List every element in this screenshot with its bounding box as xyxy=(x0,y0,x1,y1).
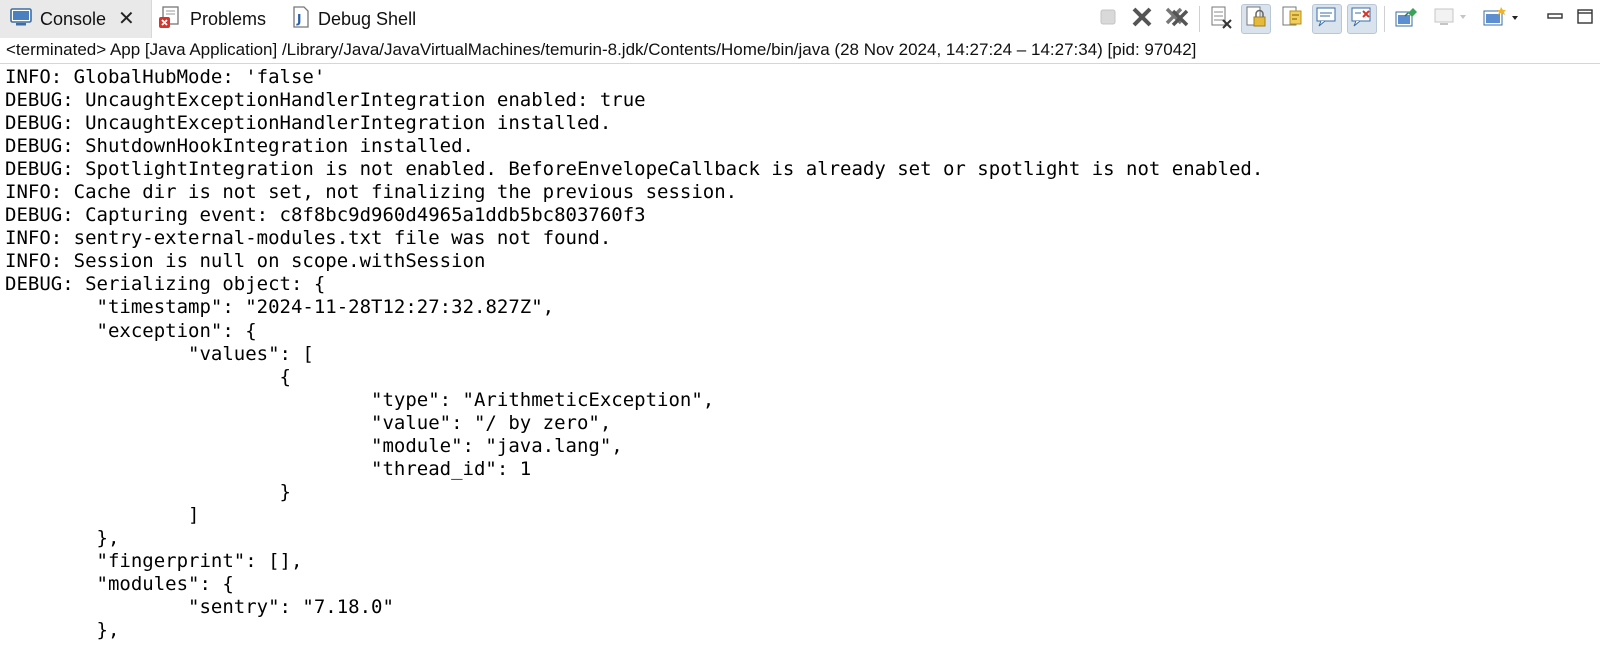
terminate-button[interactable] xyxy=(1093,4,1123,34)
console-line: DEBUG: ShutdownHookIntegration installed… xyxy=(5,135,474,158)
open-console-icon xyxy=(1482,4,1522,35)
console-line: DEBUG: UncaughtExceptionHandlerIntegrati… xyxy=(5,112,612,135)
toolbar-separator xyxy=(1199,6,1200,32)
svg-text:J: J xyxy=(296,12,301,26)
tab-debug-shell-label: Debug Shell xyxy=(318,8,417,29)
open-console-button[interactable] xyxy=(1483,4,1518,34)
maximize-icon xyxy=(1575,7,1595,32)
remove-launch-icon xyxy=(1130,5,1154,34)
console-line: }, xyxy=(5,619,120,642)
clear-console-icon xyxy=(1209,5,1233,34)
word-wrap-button[interactable] xyxy=(1277,4,1307,34)
display-selected-console-button[interactable] xyxy=(1433,4,1469,34)
pin-console-button[interactable] xyxy=(1392,4,1422,34)
console-line: INFO: Cache dir is not set, not finalizi… xyxy=(5,181,738,204)
console-line: "value": "/ by zero", xyxy=(5,411,612,434)
remove-launch-button[interactable] xyxy=(1127,4,1157,34)
clear-console-button[interactable] xyxy=(1206,4,1236,34)
console-line: ] xyxy=(5,503,200,526)
console-icon xyxy=(10,7,32,32)
tab-debug-shell[interactable]: J Debug Shell xyxy=(292,0,416,38)
console-line: DEBUG: UncaughtExceptionHandlerIntegrati… xyxy=(5,89,646,112)
debug-shell-icon: J xyxy=(292,5,310,34)
console-line: "module": "java.lang", xyxy=(5,434,623,457)
console-line: INFO: sentry-external-modules.txt file w… xyxy=(5,227,612,250)
console-line: "fingerprint": [], xyxy=(5,549,303,572)
problems-icon xyxy=(158,5,182,34)
toolbar-separator xyxy=(1384,6,1385,32)
tab-problems[interactable]: Problems xyxy=(158,0,266,38)
terminate-icon xyxy=(1099,8,1117,31)
view-toolbar: Console ✕ Problems J Debug Shell xyxy=(0,0,1600,38)
show-on-stdout-button[interactable] xyxy=(1312,4,1342,34)
console-line: "values": [ xyxy=(5,342,314,365)
console-line: }, xyxy=(5,526,120,549)
pin-console-icon xyxy=(1394,5,1420,34)
minimize-button[interactable] xyxy=(1540,4,1570,34)
console-line: "exception": { xyxy=(5,319,257,342)
maximize-button[interactable] xyxy=(1570,4,1600,34)
tab-console-label: Console xyxy=(40,8,107,29)
show-on-stderr-icon xyxy=(1350,5,1374,34)
console-line: DEBUG: SpotlightIntegration is not enabl… xyxy=(5,158,1264,181)
close-icon[interactable]: ✕ xyxy=(118,9,135,29)
console-line: "type": "ArithmeticException", xyxy=(5,388,715,411)
show-on-stdout-icon xyxy=(1315,5,1339,34)
console-line: "sentry": "7.18.0" xyxy=(5,596,394,619)
console-status-line: <terminated> App [Java Application] /Lib… xyxy=(0,38,1600,64)
show-on-stderr-button[interactable] xyxy=(1347,4,1377,34)
remove-all-terminated-button[interactable] xyxy=(1162,4,1192,34)
minimize-icon xyxy=(1545,7,1565,32)
console-line: "thread_id": 1 xyxy=(5,457,532,480)
scroll-lock-button[interactable] xyxy=(1241,4,1271,34)
word-wrap-icon xyxy=(1280,5,1304,34)
console-line: DEBUG: Serializing object: { xyxy=(5,273,326,296)
console-line: } xyxy=(5,480,291,503)
console-line: { xyxy=(5,365,291,388)
scroll-lock-icon xyxy=(1244,5,1268,34)
tab-problems-label: Problems xyxy=(190,8,267,29)
console-line: "modules": { xyxy=(5,573,234,596)
remove-all-terminated-icon xyxy=(1164,4,1190,35)
tab-console[interactable]: Console ✕ xyxy=(0,0,152,38)
console-line: INFO: GlobalHubMode: 'false' xyxy=(5,66,326,88)
console-line: DEBUG: Capturing event: c8f8bc9d960d4965… xyxy=(5,204,646,227)
console-line: "timestamp": "2024-11-28T12:27:32.827Z", xyxy=(5,296,555,319)
console-output[interactable]: INFO: GlobalHubMode: 'false' DEBUG: Uncau… xyxy=(0,66,1600,645)
display-selected-console-icon xyxy=(1433,5,1469,34)
console-line: INFO: Session is null on scope.withSessi… xyxy=(5,250,486,273)
